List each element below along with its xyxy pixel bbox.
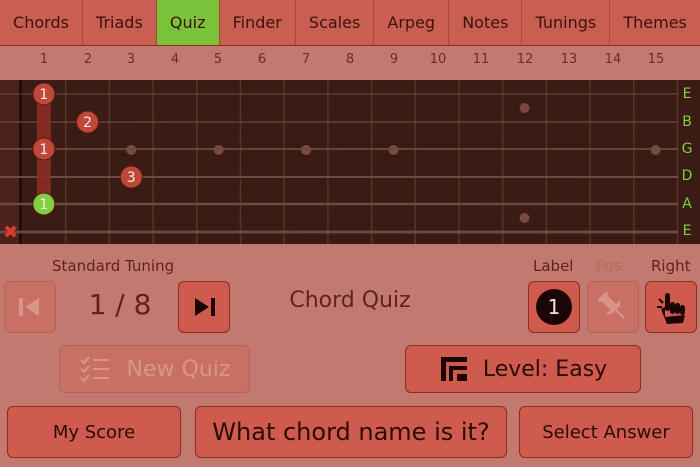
string-name-b: B xyxy=(682,114,692,130)
select-answer-button[interactable]: Select Answer xyxy=(519,406,693,458)
menu-tab-scales[interactable]: Scales xyxy=(296,0,375,45)
string-name-d: D xyxy=(681,168,693,184)
string-name-low-e: E xyxy=(682,223,692,239)
skip-next-icon xyxy=(195,298,215,316)
fret-number: 5 xyxy=(213,52,223,67)
finger-marker-label: 1 xyxy=(39,197,48,213)
my-score-button[interactable]: My Score xyxy=(7,406,181,458)
fret-number: 3 xyxy=(126,52,136,67)
menu-tab-themes[interactable]: Themes xyxy=(610,0,700,45)
fret-number: 2 xyxy=(83,52,93,67)
position-toggle-button[interactable] xyxy=(587,281,639,333)
right-option-header: Right xyxy=(651,257,691,275)
question-label: What chord name is it? xyxy=(212,418,490,446)
pushpin-icon xyxy=(597,291,626,320)
my-score-label: My Score xyxy=(52,421,136,443)
fret-number: 1 xyxy=(39,52,49,67)
fret-number: 9 xyxy=(389,52,399,67)
fret-number: 13 xyxy=(560,52,578,67)
inlay-dot xyxy=(519,213,530,223)
string-name-a: A xyxy=(682,196,692,212)
fretboard[interactable]: 1 2 1 3 1 E B G D A E xyxy=(0,80,700,244)
finger-marker-label: 1 xyxy=(39,87,48,103)
svg-text:1: 1 xyxy=(548,295,561,319)
question-button[interactable]: What chord name is it? xyxy=(195,406,507,458)
menu-tab-quiz[interactable]: Quiz xyxy=(156,0,220,45)
string-name-g: G xyxy=(681,141,693,157)
previous-button[interactable] xyxy=(4,281,56,333)
menu-tab-chords[interactable]: Chords xyxy=(0,0,83,45)
new-quiz-button[interactable]: New Quiz xyxy=(59,345,250,393)
top-menu-bar: Chords Triads Quiz Finder Scales Arpeg N… xyxy=(0,0,700,46)
hand-pointer-icon xyxy=(657,293,685,324)
fret-number-row: 1 2 3 4 5 6 7 8 9 10 11 12 13 14 15 xyxy=(0,52,700,72)
level-blocks-icon xyxy=(440,357,467,381)
fret-number: 6 xyxy=(257,52,267,67)
fret-number: 14 xyxy=(604,52,622,67)
inlay-dot xyxy=(301,145,312,155)
label-toggle-button[interactable]: 1 xyxy=(528,281,580,333)
new-quiz-label: New Quiz xyxy=(126,356,231,382)
fret-number: 10 xyxy=(429,52,447,67)
right-hand-toggle-button[interactable] xyxy=(645,281,697,333)
menu-tab-tunings[interactable]: Tunings xyxy=(522,0,611,45)
fret-number: 11 xyxy=(472,52,490,67)
fret-number: 15 xyxy=(647,52,665,67)
inlay-dot xyxy=(388,145,399,155)
fret-number: 7 xyxy=(301,52,311,67)
headstock-area xyxy=(0,80,22,244)
level-label: Level: Easy xyxy=(482,356,608,382)
finger-marker-label: 2 xyxy=(83,115,92,131)
menu-tab-arpeg[interactable]: Arpeg xyxy=(374,0,450,45)
quiz-title: Chord Quiz xyxy=(289,288,411,313)
string-name-high-e: E xyxy=(682,86,692,102)
finger-marker-label: 3 xyxy=(127,170,136,186)
fret-number: 8 xyxy=(345,52,355,67)
mute-x-icon[interactable]: ✖ xyxy=(3,224,18,242)
inlay-dot xyxy=(650,145,661,155)
label-option-header: Label xyxy=(533,257,574,275)
pos-option-header: Pos. xyxy=(596,257,627,275)
menu-tab-triads[interactable]: Triads xyxy=(83,0,157,45)
checklist-icon xyxy=(79,356,109,383)
inlay-dot xyxy=(126,145,137,155)
skip-previous-icon xyxy=(19,298,39,316)
level-button[interactable]: Level: Easy xyxy=(405,345,641,393)
fret-number: 12 xyxy=(516,52,534,67)
inlay-dot xyxy=(213,145,224,155)
fret-number: 4 xyxy=(170,52,180,67)
finger-number-icon: 1 xyxy=(536,289,572,325)
inlay-dot xyxy=(519,103,530,113)
menu-tab-notes[interactable]: Notes xyxy=(449,0,523,45)
question-counter: 1 / 8 xyxy=(88,288,152,321)
select-answer-label: Select Answer xyxy=(542,421,670,443)
fretboard-wood xyxy=(0,80,700,244)
fretboard-graphic[interactable]: 1 2 1 3 1 xyxy=(0,80,700,244)
menu-tab-finder[interactable]: Finder xyxy=(220,0,296,45)
nut xyxy=(19,80,22,244)
tuning-label: Standard Tuning xyxy=(52,257,175,275)
next-button[interactable] xyxy=(178,281,230,333)
finger-marker-label: 1 xyxy=(39,142,48,158)
